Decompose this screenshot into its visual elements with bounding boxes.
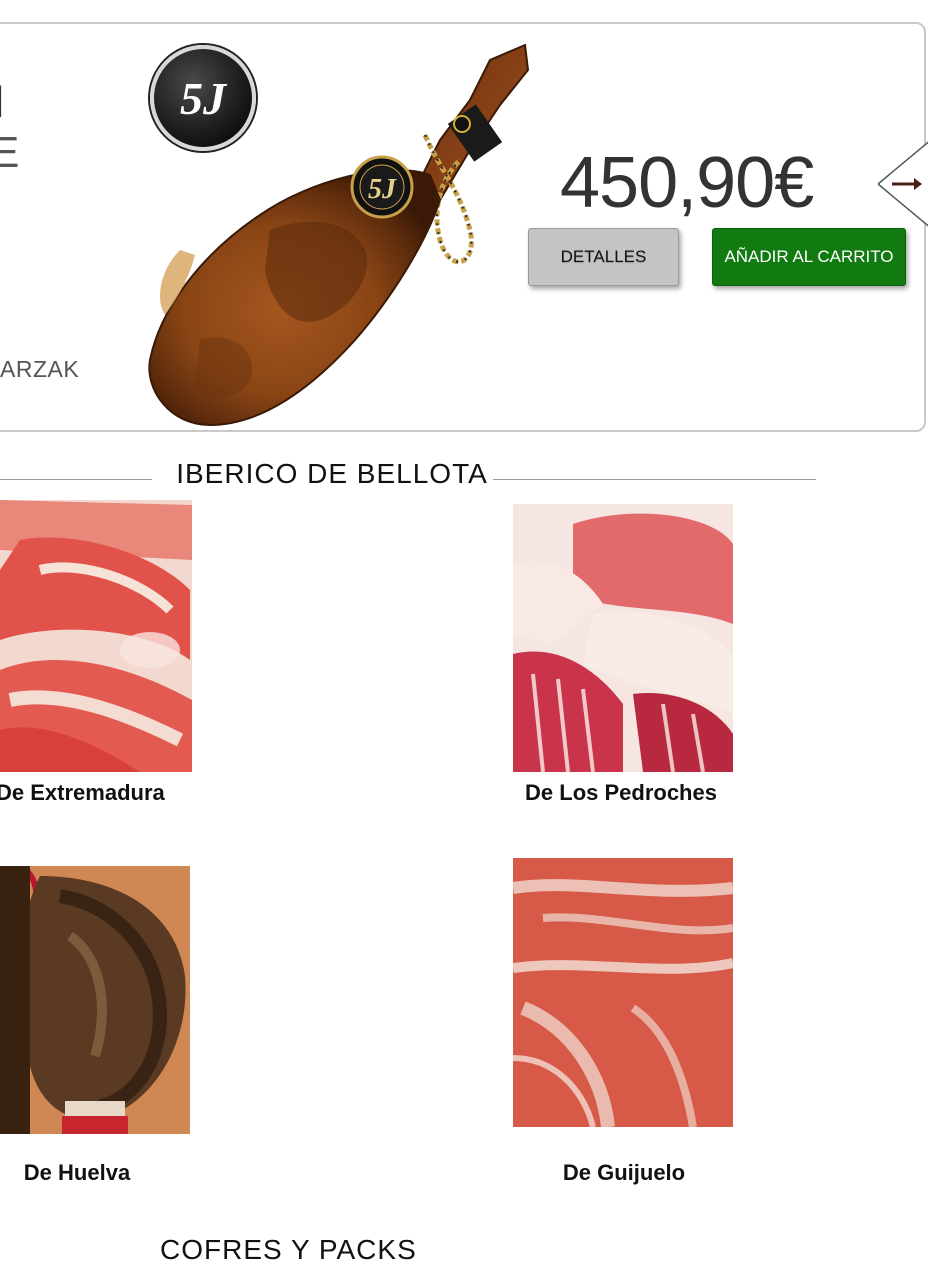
add-to-cart-button[interactable]: AÑADIR AL CARRITO	[712, 228, 906, 286]
carousel-next-button[interactable]	[878, 134, 928, 234]
category-label-huelva[interactable]: De Huelva	[0, 1160, 154, 1186]
product-price: 450,90€	[560, 143, 814, 223]
svg-text:5J: 5J	[368, 174, 397, 205]
category-label-guijuelo[interactable]: De Guijuelo	[513, 1160, 735, 1186]
category-image-huelva[interactable]	[0, 866, 190, 1134]
section-title-cofres-y-packs: COFRES Y PACKS	[160, 1234, 417, 1265]
category-image-guijuelo[interactable]	[513, 858, 733, 1127]
category-image-extremadura[interactable]	[0, 500, 192, 772]
product-title-fragment: l	[0, 78, 4, 128]
details-button[interactable]: DETALLES	[528, 228, 679, 286]
product-subtitle-fragment: E	[0, 128, 20, 177]
category-label-extremadura[interactable]: De Extremadura	[0, 780, 168, 806]
product-image-whole-ham[interactable]: 5J	[140, 40, 540, 430]
category-image-los-pedroches[interactable]	[513, 504, 733, 772]
product-brand: ARZAK	[0, 356, 80, 382]
category-label-los-pedroches[interactable]: De Los Pedroches	[513, 780, 729, 806]
section-title-iberico-de-bellota: IBERICO DE BELLOTA	[176, 458, 488, 489]
